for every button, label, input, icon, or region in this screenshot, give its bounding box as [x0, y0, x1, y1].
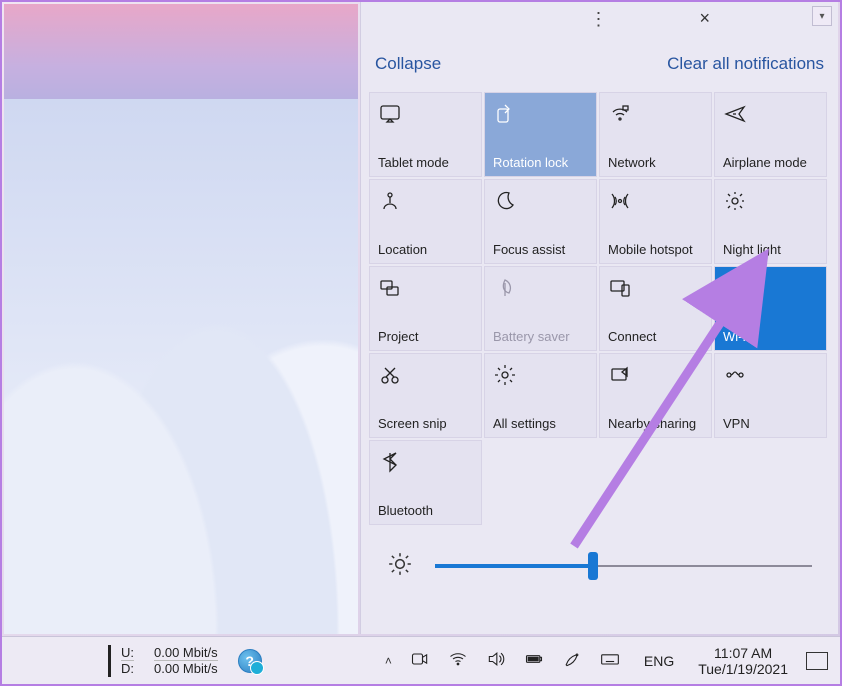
brightness-icon: [387, 551, 413, 580]
project-icon: [378, 275, 473, 301]
share-icon: [608, 362, 703, 388]
tile-label: Location: [378, 242, 473, 257]
connect-icon: [608, 275, 703, 301]
clear-all-link[interactable]: Clear all notifications: [667, 54, 824, 74]
gear-icon: [493, 362, 588, 388]
network-meter[interactable]: U: D: 0.00 Mbit/s 0.00 Mbit/s ?: [8, 645, 262, 677]
tile-battery-saver: Battery saver: [484, 266, 597, 351]
taskbar: U: D: 0.00 Mbit/s 0.00 Mbit/s ? ˄ ENG 11…: [2, 636, 840, 684]
action-center-panel: ⋮ × ▾ Collapse Clear all notifications T…: [360, 2, 838, 634]
slider-thumb[interactable]: [588, 552, 598, 580]
brightness-control: [369, 551, 830, 580]
tile-label: Mobile hotspot: [608, 242, 703, 257]
tile-label: Airplane mode: [723, 155, 818, 170]
airplane-icon: [723, 101, 818, 127]
tile-label: Wi-Fi: [723, 329, 818, 344]
clock-date: Tue/1/19/2021: [698, 661, 788, 677]
tile-label: Bluetooth: [378, 503, 473, 518]
tile-label: Battery saver: [493, 329, 588, 344]
tile-project[interactable]: Project: [369, 266, 482, 351]
slider-fill: [435, 564, 593, 568]
wallpaper-tree: [24, 234, 50, 286]
pen-tray-icon[interactable]: [562, 649, 582, 672]
tile-vpn[interactable]: VPN: [714, 353, 827, 438]
wallpaper-tree: [124, 294, 150, 346]
tablet-icon: [378, 101, 473, 127]
wifi-tray-icon[interactable]: [448, 649, 468, 672]
language-indicator[interactable]: ENG: [638, 653, 680, 669]
rotation-icon: [493, 101, 588, 127]
wifi-icon: [723, 275, 818, 301]
more-icon[interactable]: ⋮: [590, 9, 610, 30]
tile-label: Screen snip: [378, 416, 473, 431]
action-center-header: ⋮ × ▾: [369, 2, 830, 36]
leaf-icon: [493, 275, 588, 301]
moon-icon: [493, 188, 588, 214]
wallpaper-tree: [44, 364, 70, 416]
keyboard-tray-icon[interactable]: [600, 649, 620, 672]
meet-now-icon[interactable]: [410, 649, 430, 672]
taskbar-clock[interactable]: 11:07 AM Tue/1/19/2021: [698, 645, 788, 677]
clock-time: 11:07 AM: [714, 645, 772, 661]
volume-tray-icon[interactable]: [486, 649, 506, 672]
quick-action-grid: Tablet mode Rotation lock Network Airplane …: [369, 92, 830, 525]
snip-icon: [378, 362, 473, 388]
wifi-mini-icon: [608, 101, 703, 127]
wallpaper-tree: [204, 254, 230, 306]
tile-rotation-lock[interactable]: Rotation lock: [484, 92, 597, 177]
tile-location[interactable]: Location: [369, 179, 482, 264]
tile-label: Network: [608, 155, 703, 170]
tile-nearby-sharing[interactable]: Nearby sharing: [599, 353, 712, 438]
tile-all-settings[interactable]: All settings: [484, 353, 597, 438]
net-d-value: 0.00 Mbit/s: [154, 661, 218, 676]
scroll-down-button[interactable]: ▾: [812, 6, 832, 26]
wallpaper-tree: [264, 314, 290, 366]
tile-network[interactable]: Network: [599, 92, 712, 177]
tile-label: Rotation lock: [493, 155, 588, 170]
meter-divider: [108, 645, 111, 677]
net-d-label: D:: [121, 661, 134, 676]
collapse-link[interactable]: Collapse: [375, 54, 441, 74]
tray-overflow-icon[interactable]: ˄: [385, 654, 392, 668]
action-center-links: Collapse Clear all notifications: [369, 36, 830, 92]
brightness-slider[interactable]: [435, 555, 812, 577]
desktop-wallpaper: [4, 4, 358, 634]
bluetooth-icon: [378, 449, 473, 475]
location-icon: [378, 188, 473, 214]
net-u-label: U:: [121, 645, 134, 661]
tile-wifi[interactable]: Wi-Fi: [714, 266, 827, 351]
tile-label: Project: [378, 329, 473, 344]
hotspot-icon: [608, 188, 703, 214]
wallpaper-tree: [64, 264, 90, 316]
tile-night-light[interactable]: Night light: [714, 179, 827, 264]
net-u-value: 0.00 Mbit/s: [154, 645, 218, 661]
system-tray: ˄ ENG 11:07 AM Tue/1/19/2021: [385, 645, 834, 677]
tile-tablet-mode[interactable]: Tablet mode: [369, 92, 482, 177]
action-center-tray-icon[interactable]: [806, 652, 828, 670]
tile-label: Nearby sharing: [608, 416, 703, 431]
tile-bluetooth[interactable]: Bluetooth: [369, 440, 482, 525]
tile-connect[interactable]: Connect: [599, 266, 712, 351]
tile-screen-snip[interactable]: Screen snip: [369, 353, 482, 438]
sun-icon: [723, 188, 818, 214]
tile-focus-assist[interactable]: Focus assist: [484, 179, 597, 264]
tile-label: Tablet mode: [378, 155, 473, 170]
tile-label: Focus assist: [493, 242, 588, 257]
tile-label: All settings: [493, 416, 588, 431]
tile-airplane-mode[interactable]: Airplane mode: [714, 92, 827, 177]
tile-label: Connect: [608, 329, 703, 344]
close-icon[interactable]: ×: [699, 8, 710, 29]
tile-label: Night light: [723, 242, 818, 257]
wallpaper-tree: [304, 374, 330, 426]
vpn-icon: [723, 362, 818, 388]
tile-mobile-hotspot[interactable]: Mobile hotspot: [599, 179, 712, 264]
help-icon[interactable]: ?: [238, 649, 262, 673]
battery-tray-icon[interactable]: [524, 649, 544, 672]
tile-label: VPN: [723, 416, 818, 431]
wallpaper-tree: [164, 404, 190, 456]
